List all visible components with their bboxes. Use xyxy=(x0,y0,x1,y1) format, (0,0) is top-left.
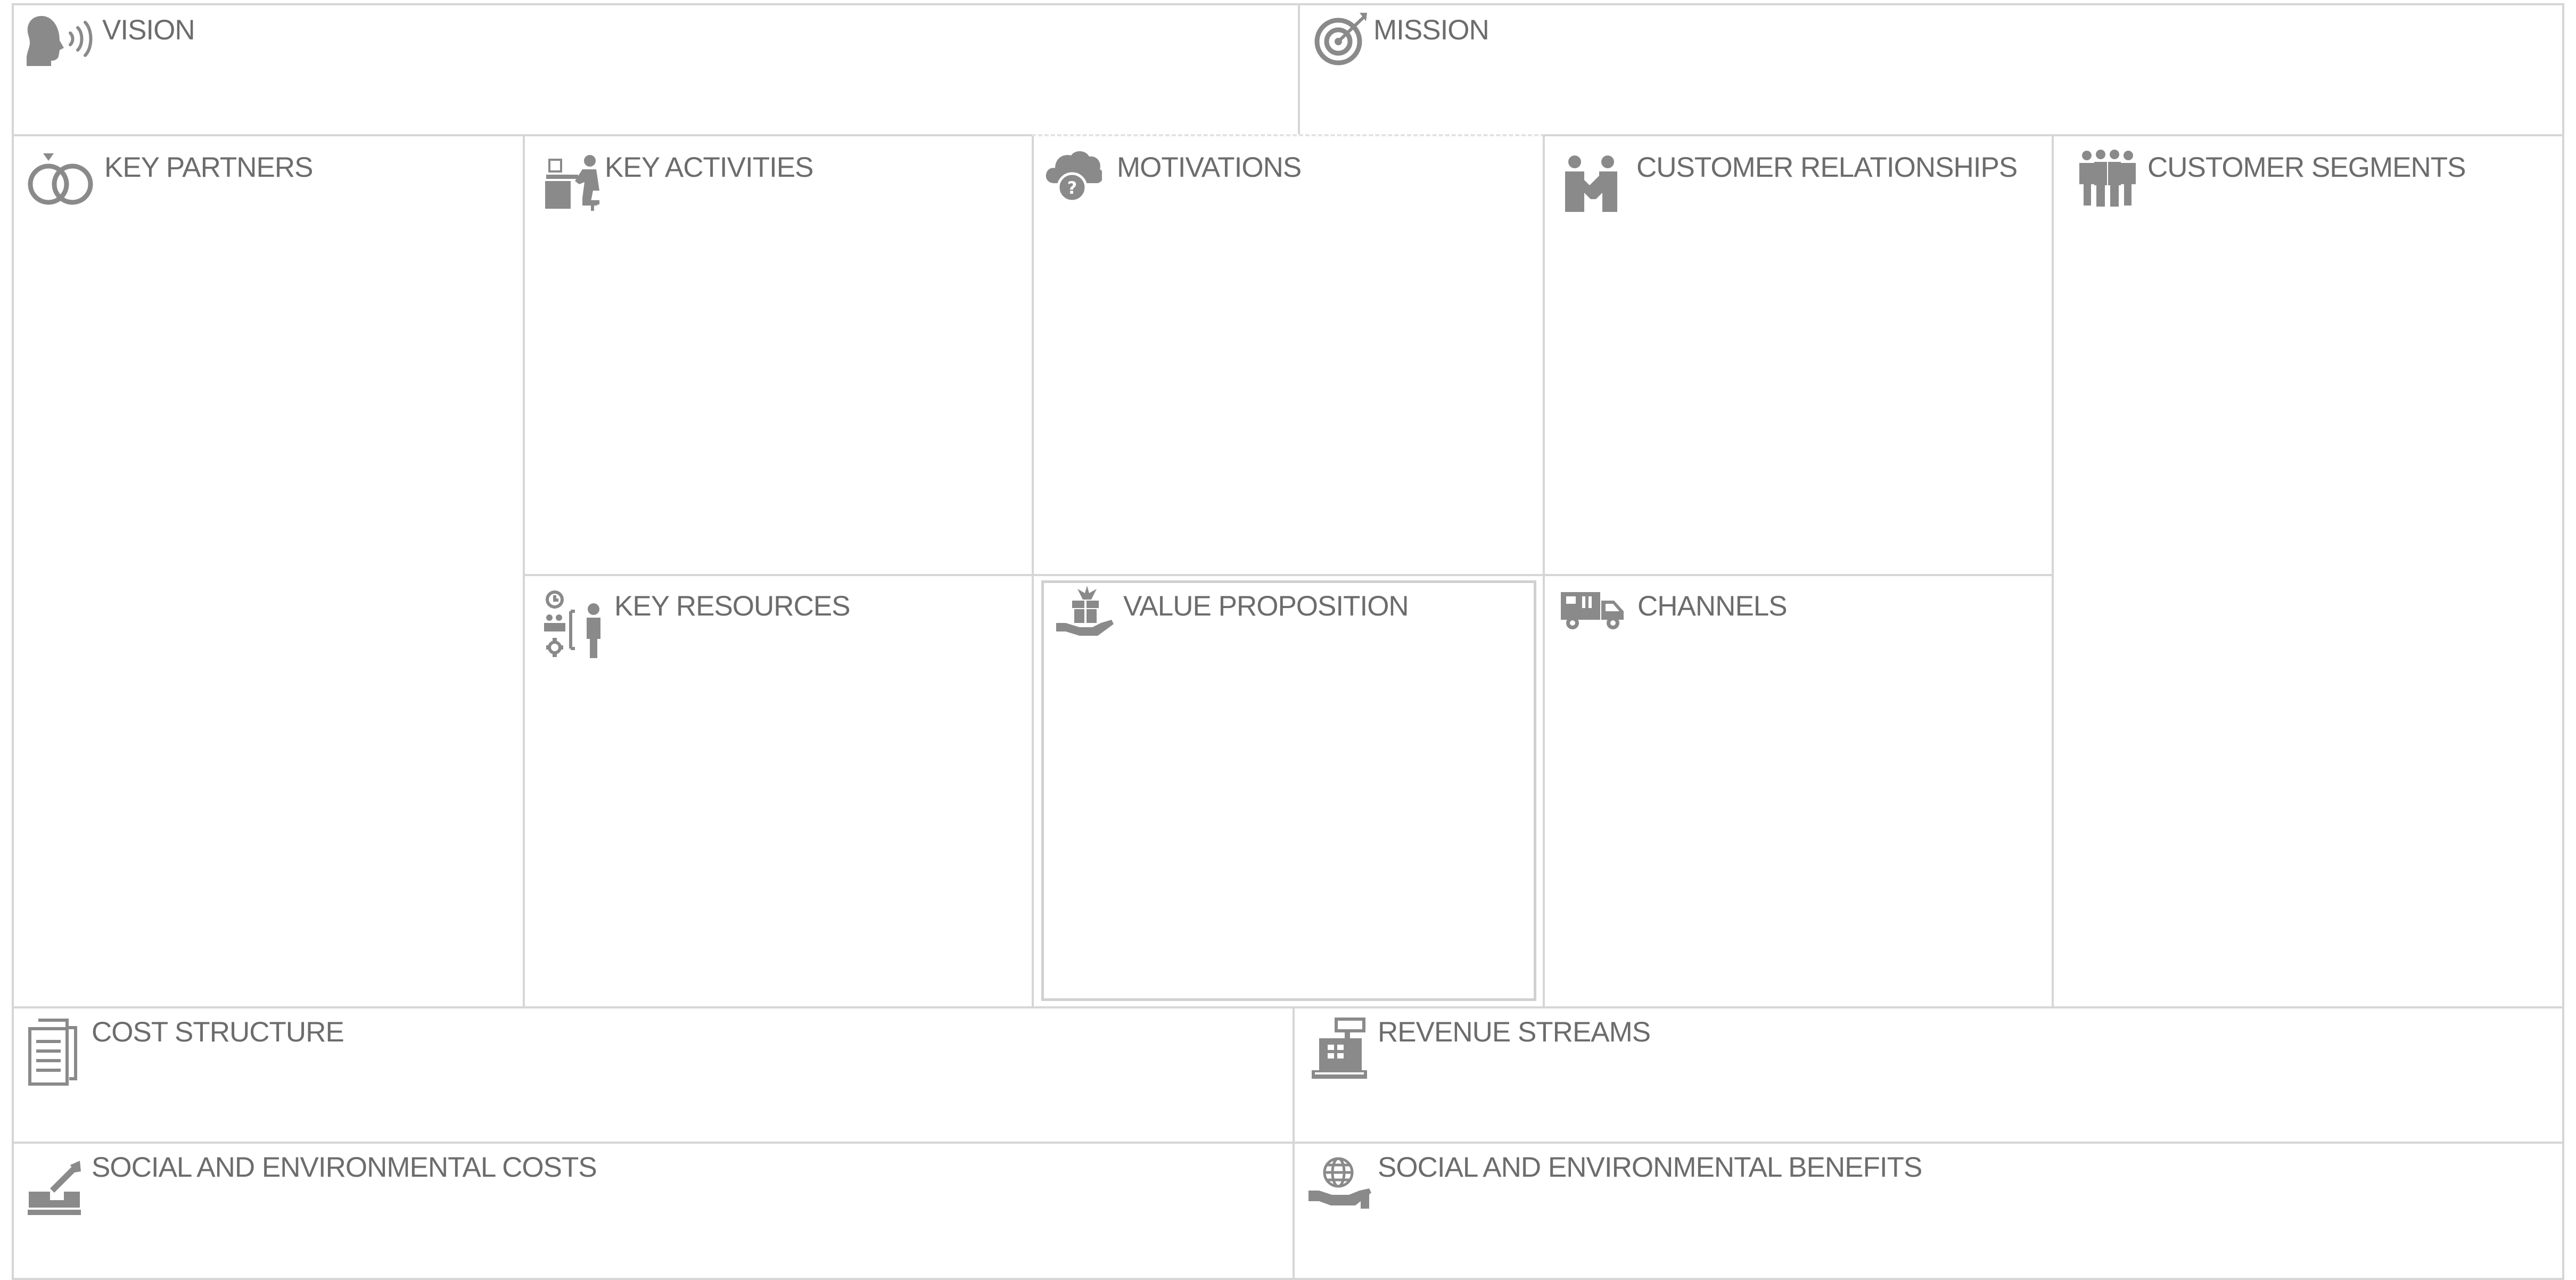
resources-org-icon xyxy=(543,590,607,659)
gift-in-hand-icon xyxy=(1056,585,1115,643)
person-at-desk-icon xyxy=(545,153,604,212)
speaking-head-icon xyxy=(26,12,100,70)
cost-structure-title: COST STRUCTURE xyxy=(92,1016,344,1048)
motivations-dashed-top xyxy=(1032,134,1545,136)
excavator-icon xyxy=(27,1160,85,1218)
value-proposition-frame xyxy=(1041,580,1536,1001)
key-partners-title: KEY PARTNERS xyxy=(104,152,314,183)
channels-block xyxy=(1543,574,2054,1008)
document-icon xyxy=(27,1018,80,1087)
vision-title: VISION xyxy=(102,14,195,46)
social-environmental-benefits-title: SOCIAL AND ENVIRONMENTAL BENEFITS xyxy=(1378,1152,1922,1183)
two-people-icon xyxy=(1562,154,1620,213)
value-proposition-title: VALUE PROPOSITION xyxy=(1123,590,1409,622)
vision-block xyxy=(12,3,1300,136)
revenue-streams-title: REVENUE STREAMS xyxy=(1378,1016,1651,1048)
mission-title: MISSION xyxy=(1373,14,1489,46)
customer-segments-block xyxy=(2052,134,2564,1008)
key-activities-title: KEY ACTIVITIES xyxy=(605,152,813,183)
motivations-title: MOTIVATIONS xyxy=(1117,152,1302,183)
social-environmental-costs-title: SOCIAL AND ENVIRONMENTAL COSTS xyxy=(92,1152,597,1183)
key-resources-title: KEY RESOURCES xyxy=(614,590,851,622)
customer-segments-title: CUSTOMER SEGMENTS xyxy=(2147,152,2466,183)
customer-relationships-title: CUSTOMER RELATIONSHIPS xyxy=(1636,152,2018,183)
group-of-people-icon xyxy=(2078,149,2137,208)
interlocking-rings-icon xyxy=(24,150,99,209)
cash-register-icon xyxy=(1310,1017,1368,1081)
channels-title: CHANNELS xyxy=(1637,590,1788,622)
target-icon xyxy=(1313,10,1371,68)
cloud-question-icon: ? xyxy=(1043,146,1102,204)
delivery-truck-icon xyxy=(1561,589,1625,631)
motivations-block xyxy=(1032,134,1545,576)
globe-in-hand-icon xyxy=(1307,1153,1371,1212)
key-partners-block xyxy=(12,134,525,1008)
svg-text:?: ? xyxy=(1067,178,1077,198)
